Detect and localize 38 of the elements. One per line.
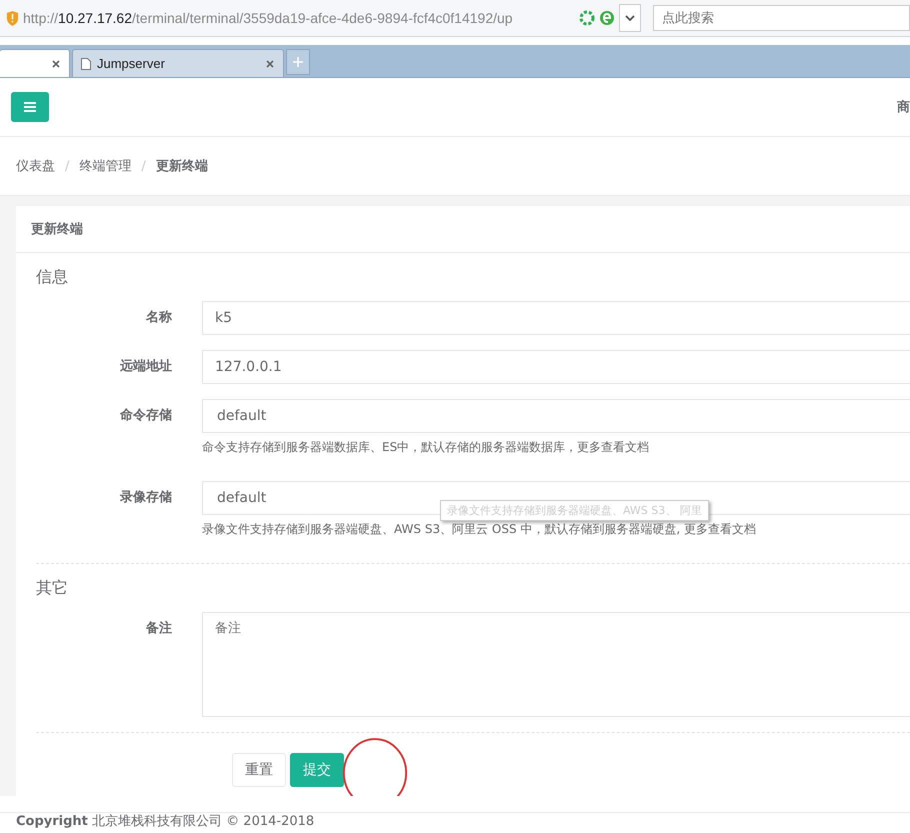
section-title: 信息 xyxy=(36,267,69,288)
text-area[interactable]: 备注 xyxy=(202,612,910,717)
browser-tab[interactable] xyxy=(0,49,70,77)
field-label: 备注 xyxy=(144,620,173,638)
plus-icon xyxy=(292,56,304,68)
breadcrumb-item[interactable]: 终端管理 xyxy=(79,157,132,175)
new-tab-button[interactable] xyxy=(286,49,310,75)
input-field[interactable]: 127.0.0.1 xyxy=(202,350,910,384)
field-label: 名称 xyxy=(144,309,173,327)
footer-text: Copyright 北京堆栈科技有限公司 © 2014-2018 xyxy=(16,814,314,829)
section-title: 其它 xyxy=(36,578,69,599)
header-link[interactable]: 商 xyxy=(897,98,910,116)
reset-button[interactable]: 重置 xyxy=(232,753,286,787)
browser-tab[interactable]: Jumpserver xyxy=(72,49,284,77)
search-field[interactable]: 点此搜索 xyxy=(653,5,910,31)
address-field[interactable]: http://10.27.17.62/terminal/terminal/3559da19-afce-4de6-9894-fcf4c0f14192/up xyxy=(23,10,575,26)
breadcrumb-item[interactable]: 仪表盘 xyxy=(16,157,55,175)
menu-button[interactable] xyxy=(11,92,49,122)
caret-icon xyxy=(625,15,635,21)
close-icon[interactable] xyxy=(51,58,61,68)
browser-logo-icon[interactable] xyxy=(599,10,615,26)
help-text: 录像文件支持存储到服务器端硬盘、AWS S3、阿里云 OSS 中，默认存储到服务器端硬盘, 更多查看文档 xyxy=(202,521,758,538)
breadcrumb-separator: / xyxy=(141,158,146,174)
breadcrumb-separator: / xyxy=(65,158,70,174)
field-label: 远端地址 xyxy=(119,358,173,376)
input-field[interactable]: k5 xyxy=(202,301,910,335)
select-field[interactable]: default xyxy=(202,399,910,433)
page-icon xyxy=(81,58,91,70)
close-icon[interactable] xyxy=(265,58,275,68)
breadcrumb-item: 更新终端 xyxy=(156,158,208,175)
card-title: 更新终端 xyxy=(16,206,910,253)
loading-icon[interactable] xyxy=(579,10,595,26)
warning-icon xyxy=(6,10,19,26)
field-label: 录像存储 xyxy=(119,489,173,507)
field-label: 命令存储 xyxy=(118,407,173,425)
help-text: 命令支持存储到服务器端数据库、ES中，默认存储的服务器端数据库，更多查看文档 xyxy=(202,439,650,456)
menu-icon xyxy=(24,102,36,112)
dropdown-button[interactable] xyxy=(619,4,641,32)
